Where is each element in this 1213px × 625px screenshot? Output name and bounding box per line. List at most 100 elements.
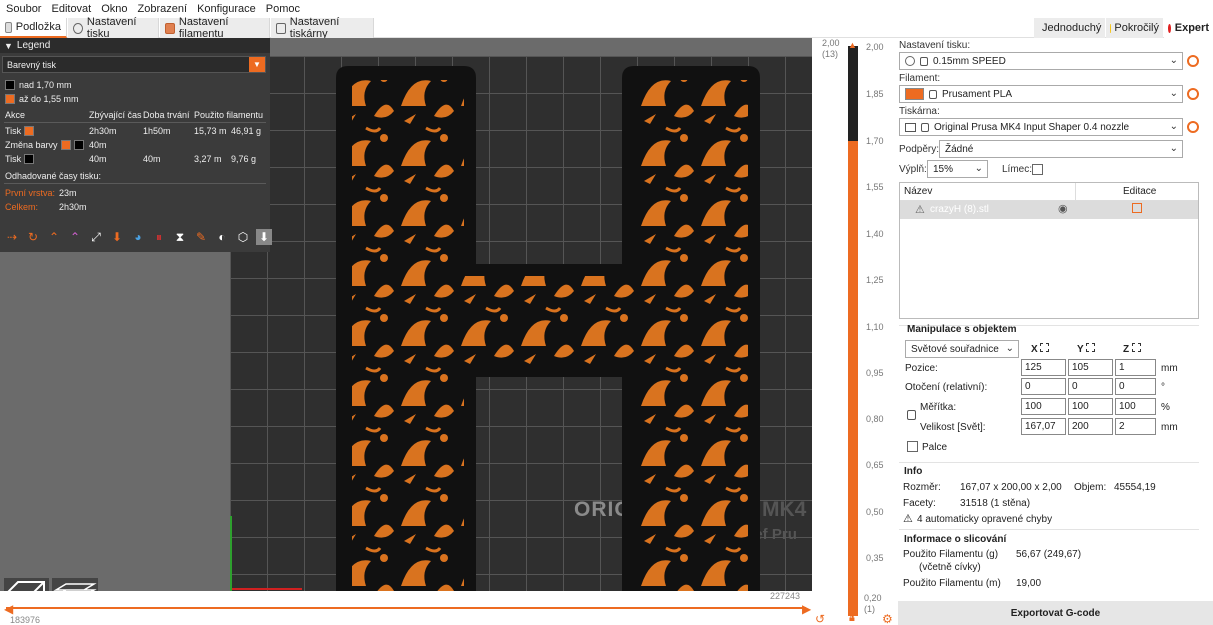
layer-tick: 2,00 <box>866 42 884 52</box>
layers-view-icon[interactable] <box>52 578 98 591</box>
unit-label: % <box>1161 402 1170 413</box>
table-cell: 2h30m <box>89 126 117 136</box>
menu-window[interactable]: Okno <box>101 3 127 15</box>
axis-x-label: X <box>1031 343 1050 355</box>
supports-select[interactable]: Žádné ⌄ <box>939 140 1183 158</box>
lock-icon[interactable]: 🔒︎ <box>849 612 855 625</box>
tab-printer-settings[interactable]: Nastavení tiskárny <box>271 16 374 40</box>
brim-label: Límec: <box>1002 164 1033 175</box>
table-cell: 46,91 g <box>231 126 262 136</box>
infill-label: Výplň: <box>899 164 927 175</box>
printer-profile-select[interactable]: Original Prusa MK4 Input Shaper 0.4 nozz… <box>899 118 1183 136</box>
table-cell: 15,73 m <box>194 126 227 136</box>
color-swatch <box>73 140 84 150</box>
size-z-input[interactable]: 2 <box>1115 418 1156 435</box>
cog-icon[interactable]: ⚙ <box>882 612 893 625</box>
export-gcode-button[interactable]: Exportovat G-code <box>898 601 1213 625</box>
deretractions-icon[interactable]: ⌃ <box>67 229 83 245</box>
edit-icon[interactable] <box>1132 203 1142 213</box>
rotation-z-input[interactable]: 0 <box>1115 378 1156 395</box>
edit-preset-gear-icon[interactable] <box>1187 55 1199 67</box>
wipe-icon[interactable]: ↻ <box>25 229 41 245</box>
mode-expert[interactable]: Expert <box>1164 18 1213 38</box>
table-row: Tisk <box>5 153 35 165</box>
size-label: Velikost [Svět]: <box>920 422 986 433</box>
edit-preset-gear-icon[interactable] <box>1187 121 1199 133</box>
unit-label: ° <box>1161 382 1165 393</box>
divider <box>899 462 1199 463</box>
travel-icon[interactable]: ⇢ <box>4 229 20 245</box>
color-changes-icon[interactable]: ◕ <box>130 229 146 245</box>
divider <box>899 529 1199 530</box>
legend-range-item: nad 1,70 mm <box>5 79 72 91</box>
position-z-input[interactable]: 1 <box>1115 359 1156 376</box>
pause-prints-icon[interactable]: ⏸ <box>151 229 167 245</box>
menu-view[interactable]: Zobrazení <box>138 3 188 15</box>
seams-icon[interactable]: ⤢ <box>88 229 104 245</box>
repaired-errors-text: 4 automaticky opravené chyby <box>917 514 1053 525</box>
layer-tick: 1,55 <box>866 182 884 192</box>
slider-right-handle[interactable]: ▶ <box>802 602 811 616</box>
axis-box-icon <box>1086 343 1096 352</box>
dimensions-value: 167,07 x 200,00 x 2,00 <box>960 482 1062 493</box>
infill-select[interactable]: 15% ⌄ <box>927 160 988 178</box>
rotation-x-input[interactable]: 0 <box>1021 378 1066 395</box>
y-axis-indicator <box>230 516 232 591</box>
tool-changes-icon[interactable]: ⬇ <box>109 229 125 245</box>
position-x-input[interactable]: 125 <box>1021 359 1066 376</box>
vertical-layer-slider[interactable]: 2,00 (13) ▲ ▼ 2,00 1,85 1,70 1,55 1,40 1… <box>812 38 898 625</box>
rotation-y-input[interactable]: 0 <box>1068 378 1113 395</box>
eye-icon[interactable]: ◉ <box>1058 202 1068 215</box>
edit-preset-gear-icon[interactable] <box>1187 88 1199 100</box>
tool-marker-icon[interactable]: ⬇ <box>256 229 272 245</box>
custom-gcode-icon[interactable]: ⧗ <box>172 229 188 245</box>
shells-icon[interactable]: ⬡ <box>235 229 251 245</box>
filament-profile-select[interactable]: Prusament PLA ⌄ <box>899 85 1183 103</box>
scale-x-input[interactable]: 100 <box>1021 398 1066 415</box>
inches-checkbox[interactable] <box>907 441 918 452</box>
tab-filament-settings[interactable]: Nastavení filamentu <box>160 16 270 40</box>
mode-simple[interactable]: Jednoduchý <box>1034 18 1105 38</box>
color-swatch <box>24 126 35 136</box>
total-time-value: 2h30m <box>59 202 87 212</box>
tab-print-settings[interactable]: Nastavení tisku <box>68 16 159 40</box>
upper-handle[interactable]: ▲ <box>848 40 857 50</box>
menu-help[interactable]: Pomoc <box>266 3 300 15</box>
triangle-down-icon: ▼ <box>4 40 13 51</box>
brim-checkbox[interactable] <box>1032 164 1043 175</box>
column-header-action: Akce <box>5 110 26 120</box>
menu-file[interactable]: Soubor <box>6 3 41 15</box>
mode-advanced[interactable]: Pokročilý <box>1106 18 1163 38</box>
center-of-gravity-icon[interactable]: ✎ <box>193 229 209 245</box>
horizontal-move-slider[interactable]: ◀ ▶ 183976 227243 <box>0 591 812 625</box>
object-list-item[interactable]: ⚠ crazyH (8).stl ◉ <box>900 201 1198 219</box>
print-profile-select[interactable]: 0.15mm SPEED ⌄ <box>899 52 1183 70</box>
center-of-gravity-icon[interactable]: ◐ <box>214 229 230 245</box>
coordinate-system-select[interactable]: Světové souřadnice ⌄ <box>905 340 1019 358</box>
chevron-down-icon: ▼ <box>249 57 265 72</box>
position-y-input[interactable]: 105 <box>1068 359 1113 376</box>
slider-left-value: 183976 <box>10 615 41 625</box>
chevron-down-icon: ⌄ <box>1169 143 1178 154</box>
slider-left-handle[interactable]: ◀ <box>4 602 13 616</box>
supports-label: Podpěry: <box>899 144 940 155</box>
object-list[interactable]: Název Editace ⚠ crazyH (8).stl ◉ <box>899 182 1199 319</box>
legend-header[interactable]: ▼ Legend <box>0 38 270 53</box>
legend-view-type-select[interactable]: Barevný tisk ▼ <box>2 56 266 73</box>
size-y-input[interactable]: 200 <box>1068 418 1113 435</box>
menu-edit[interactable]: Editovat <box>51 3 91 15</box>
color-swatch <box>5 80 15 90</box>
lock-icon <box>920 56 928 66</box>
lock-icon[interactable] <box>907 410 916 420</box>
chevron-down-icon: ⌄ <box>974 163 983 174</box>
scale-y-input[interactable]: 100 <box>1068 398 1113 415</box>
bottom-layer-label: 0,20 (1) <box>864 593 882 614</box>
undo-arrow-icon[interactable]: ↺ <box>815 612 825 625</box>
menu-configuration[interactable]: Konfigurace <box>197 3 256 15</box>
tab-platter[interactable]: Podložka <box>0 18 67 38</box>
retractions-icon[interactable]: ⌃ <box>46 229 62 245</box>
scale-z-input[interactable]: 100 <box>1115 398 1156 415</box>
layer-tick: 1,25 <box>866 275 884 285</box>
3d-view-icon[interactable] <box>4 578 49 591</box>
size-x-input[interactable]: 167,07 <box>1021 418 1066 435</box>
